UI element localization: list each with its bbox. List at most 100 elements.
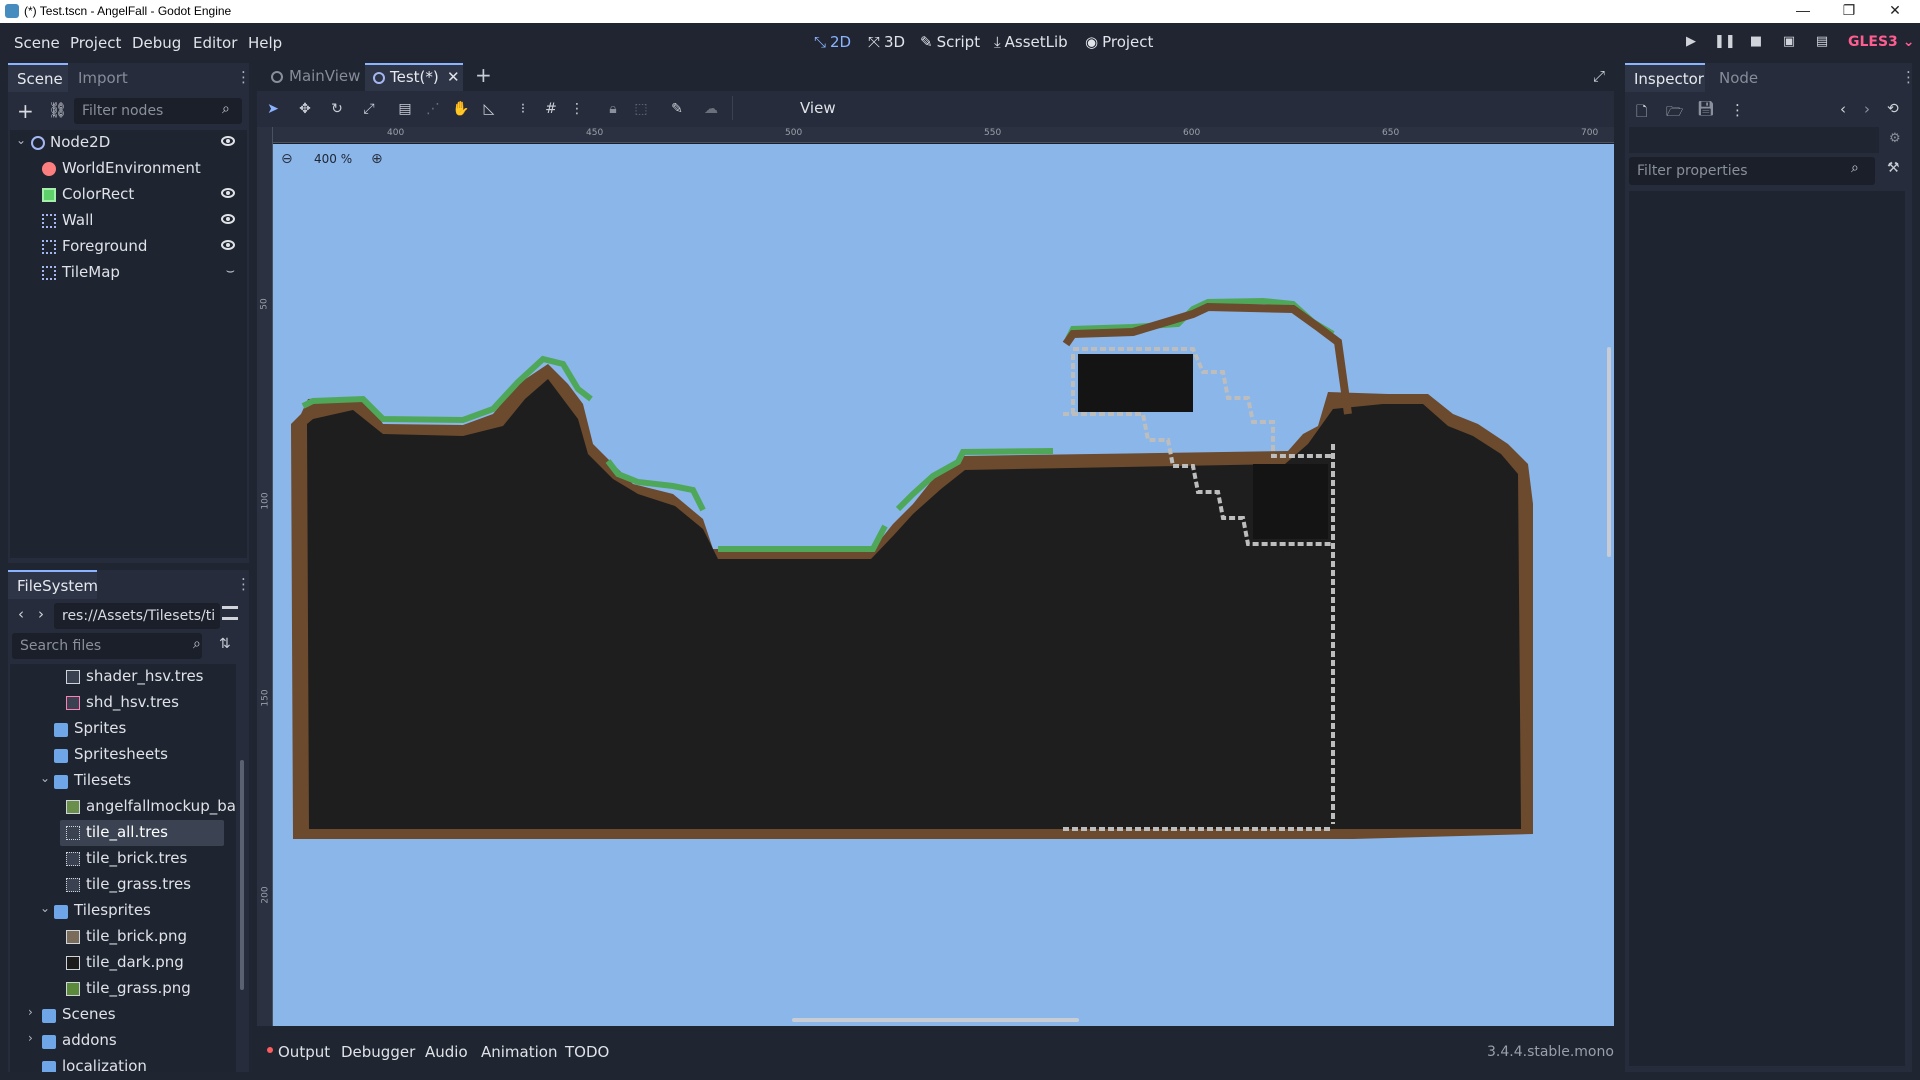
visibility-eye-icon[interactable] bbox=[221, 240, 235, 250]
dock-menu-icon[interactable]: ⋮ bbox=[236, 575, 251, 593]
renderer-selector[interactable]: GLES3 ⌄ bbox=[1848, 34, 1914, 50]
dock-menu-icon[interactable]: ⋮ bbox=[236, 68, 251, 86]
canvas-viewport[interactable]: 400 450 500 550 600 650 700 50 100 150 2… bbox=[257, 127, 1614, 1026]
tab-todo[interactable]: TODO bbox=[565, 1043, 609, 1061]
path-field[interactable]: res://Assets/Tilesets/ti bbox=[54, 603, 220, 629]
tab-test[interactable]: Test(*) ✕ bbox=[365, 63, 463, 91]
play-custom-scene-icon[interactable]: ▤ bbox=[1813, 34, 1831, 50]
tab-inspector[interactable]: Inspector bbox=[1625, 63, 1705, 92]
visibility-eye-icon[interactable] bbox=[221, 214, 235, 224]
file-item[interactable]: angelfallmockup_bac bbox=[10, 794, 236, 820]
collapse-arrow-icon[interactable]: ⌄ bbox=[40, 901, 50, 915]
tab-mainview[interactable]: MainView bbox=[261, 65, 361, 91]
visibility-eye-icon[interactable] bbox=[221, 188, 235, 198]
expand-arrow-icon[interactable]: › bbox=[28, 1031, 33, 1045]
grid-snap-icon[interactable]: # bbox=[541, 100, 561, 118]
fullscreen-icon[interactable]: ⤢ bbox=[1593, 67, 1605, 85]
more-options-icon[interactable]: ⋮ bbox=[1730, 101, 1745, 119]
camera-override-icon[interactable]: ☁ bbox=[701, 100, 721, 118]
zoom-in-icon[interactable]: ⊕ bbox=[371, 151, 383, 167]
stop-icon[interactable]: ■ bbox=[1747, 34, 1765, 50]
menu-help[interactable]: Help bbox=[248, 34, 282, 52]
smart-snap-icon[interactable]: ⁝ bbox=[513, 100, 533, 118]
split-view-icon[interactable] bbox=[222, 606, 238, 620]
tab-debugger[interactable]: Debugger bbox=[341, 1043, 415, 1061]
minimize-button[interactable]: — bbox=[1780, 0, 1826, 23]
file-item[interactable]: shader_hsv.tres bbox=[10, 664, 236, 690]
workspace-script-button[interactable]: ✎ Script bbox=[920, 33, 980, 51]
close-window-button[interactable]: ✕ bbox=[1872, 0, 1918, 23]
move-mode-icon[interactable]: ✥ bbox=[295, 100, 315, 118]
workspace-3d-button[interactable]: ⤧ 3D bbox=[868, 33, 905, 51]
workspace-project-button[interactable]: ◉ Project bbox=[1085, 33, 1153, 51]
close-tab-icon[interactable]: ✕ bbox=[447, 68, 460, 86]
file-item[interactable]: tile_brick.tres bbox=[10, 846, 236, 872]
save-icon[interactable]: 💾︎ bbox=[1697, 101, 1715, 117]
vertical-scrollbar[interactable] bbox=[1607, 347, 1611, 557]
tree-node-foreground[interactable]: Foreground bbox=[10, 234, 247, 260]
scrollbar[interactable] bbox=[240, 760, 244, 990]
level-tilemap[interactable] bbox=[273, 144, 1614, 1026]
folder-item[interactable]: › Scenes bbox=[10, 1002, 236, 1028]
add-node-icon[interactable]: + bbox=[17, 99, 34, 123]
folder-item[interactable]: Sprites bbox=[10, 716, 236, 742]
tab-filesystem[interactable]: FileSystem bbox=[8, 570, 98, 599]
folder-item[interactable]: Spritesheets bbox=[10, 742, 236, 768]
file-item[interactable]: tile_grass.png bbox=[10, 976, 236, 1002]
zoom-level[interactable]: 400 % bbox=[314, 152, 352, 166]
tab-import[interactable]: Import bbox=[78, 69, 128, 87]
link-icon[interactable]: ⛓ bbox=[48, 101, 67, 119]
collapse-arrow-icon[interactable]: ⌄ bbox=[16, 133, 26, 147]
expand-arrow-icon[interactable]: › bbox=[28, 1005, 33, 1019]
pan-icon[interactable]: ✋ bbox=[451, 100, 471, 118]
zoom-out-icon[interactable]: ⊖ bbox=[281, 151, 293, 167]
tree-node-node2d[interactable]: ⌄ Node2D bbox=[10, 130, 247, 156]
history-icon[interactable]: ⟲ bbox=[1887, 101, 1899, 117]
play-icon[interactable]: ▶ bbox=[1682, 34, 1700, 50]
history-forward-icon[interactable]: › bbox=[1864, 100, 1870, 118]
back-icon[interactable]: ‹ bbox=[18, 605, 24, 623]
play-scene-icon[interactable]: ▣ bbox=[1780, 34, 1798, 50]
folder-item[interactable]: ⌄ Tilesprites bbox=[10, 898, 236, 924]
new-resource-icon[interactable]: 🗋︎ bbox=[1636, 101, 1647, 125]
scale-mode-icon[interactable]: ⤢ bbox=[359, 100, 379, 118]
dock-menu-icon[interactable]: ⋮ bbox=[1901, 68, 1916, 86]
menu-debug[interactable]: Debug bbox=[132, 34, 181, 52]
snap-options-icon[interactable]: ⋮ bbox=[567, 100, 587, 118]
tree-node-colorrect[interactable]: ColorRect bbox=[10, 182, 247, 208]
tab-node[interactable]: Node bbox=[1719, 69, 1758, 87]
property-tools-icon[interactable]: ⚒ bbox=[1887, 160, 1900, 176]
file-item[interactable]: tile_grass.tres bbox=[10, 872, 236, 898]
bones-icon[interactable]: ✎ bbox=[667, 100, 687, 118]
workspace-assetlib-button[interactable]: ⤓ AssetLib bbox=[994, 33, 1068, 51]
file-item-selected[interactable]: tile_all.tres bbox=[60, 820, 224, 846]
folder-item[interactable]: ⌄ Tilesets bbox=[10, 768, 236, 794]
filter-properties-input[interactable]: Filter properties bbox=[1629, 157, 1875, 185]
search-files-input[interactable]: Search files bbox=[12, 633, 202, 659]
lock-icon[interactable]: 🔒︎ bbox=[603, 100, 623, 118]
open-folder-icon[interactable]: 🗁︎ bbox=[1666, 101, 1683, 125]
file-item[interactable]: tile_dark.png bbox=[10, 950, 236, 976]
menu-project[interactable]: Project bbox=[70, 34, 121, 52]
sort-icon[interactable]: ⇅ bbox=[219, 636, 231, 652]
visibility-eye-icon[interactable] bbox=[221, 136, 235, 146]
rotate-mode-icon[interactable]: ↻ bbox=[327, 100, 347, 118]
collapse-arrow-icon[interactable]: ⌄ bbox=[40, 771, 50, 785]
group-icon[interactable]: ⬚ bbox=[631, 100, 651, 118]
pivot-icon[interactable]: ⋰ bbox=[423, 100, 443, 118]
select-mode-icon[interactable]: ➤ bbox=[263, 100, 283, 118]
tree-node-wall[interactable]: Wall bbox=[10, 208, 247, 234]
maximize-button[interactable]: ❐ bbox=[1826, 0, 1872, 23]
folder-item[interactable]: › addons bbox=[10, 1028, 236, 1054]
file-item[interactable]: shd_hsv.tres bbox=[10, 690, 236, 716]
workspace-2d-button[interactable]: ⤡ 2D bbox=[814, 33, 851, 51]
horizontal-scrollbar[interactable] bbox=[792, 1018, 1079, 1022]
list-select-icon[interactable]: ▤ bbox=[395, 100, 415, 118]
pause-icon[interactable]: ❚❚ bbox=[1714, 34, 1736, 50]
menu-editor[interactable]: Editor bbox=[193, 34, 237, 52]
visibility-hidden-icon[interactable]: ⌣ bbox=[226, 263, 235, 279]
add-tab-icon[interactable]: + bbox=[475, 63, 492, 87]
tab-scene[interactable]: Scene bbox=[8, 63, 68, 92]
tab-animation[interactable]: Animation bbox=[481, 1043, 557, 1061]
tree-node-tilemap[interactable]: TileMap ⌣ bbox=[10, 260, 247, 286]
